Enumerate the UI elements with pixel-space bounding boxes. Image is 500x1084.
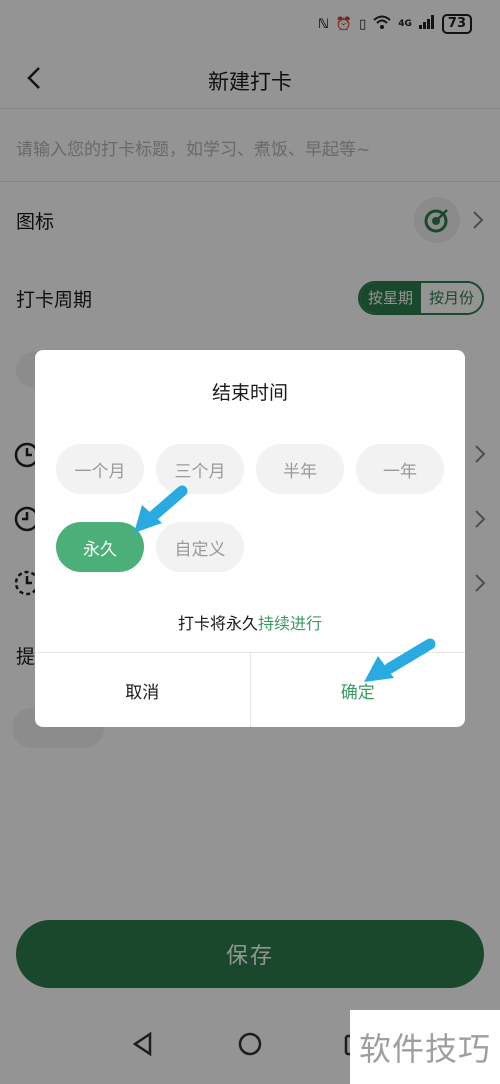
annotation-arrow-icon [134, 485, 188, 533]
annotation-arrow-icon [364, 638, 436, 682]
option-one-year[interactable]: 一年 [356, 444, 444, 494]
dialog-message-prefix: 打卡将永久 [177, 614, 258, 633]
watermark: 软件技巧 [350, 1010, 500, 1084]
cancel-button[interactable]: 取消 [35, 653, 251, 727]
option-half-year[interactable]: 半年 [256, 444, 344, 494]
dialog-message: 打卡将永久持续进行 [35, 610, 465, 634]
dialog-title: 结束时间 [211, 382, 288, 404]
dialog-message-highlight: 持续进行 [258, 614, 323, 633]
